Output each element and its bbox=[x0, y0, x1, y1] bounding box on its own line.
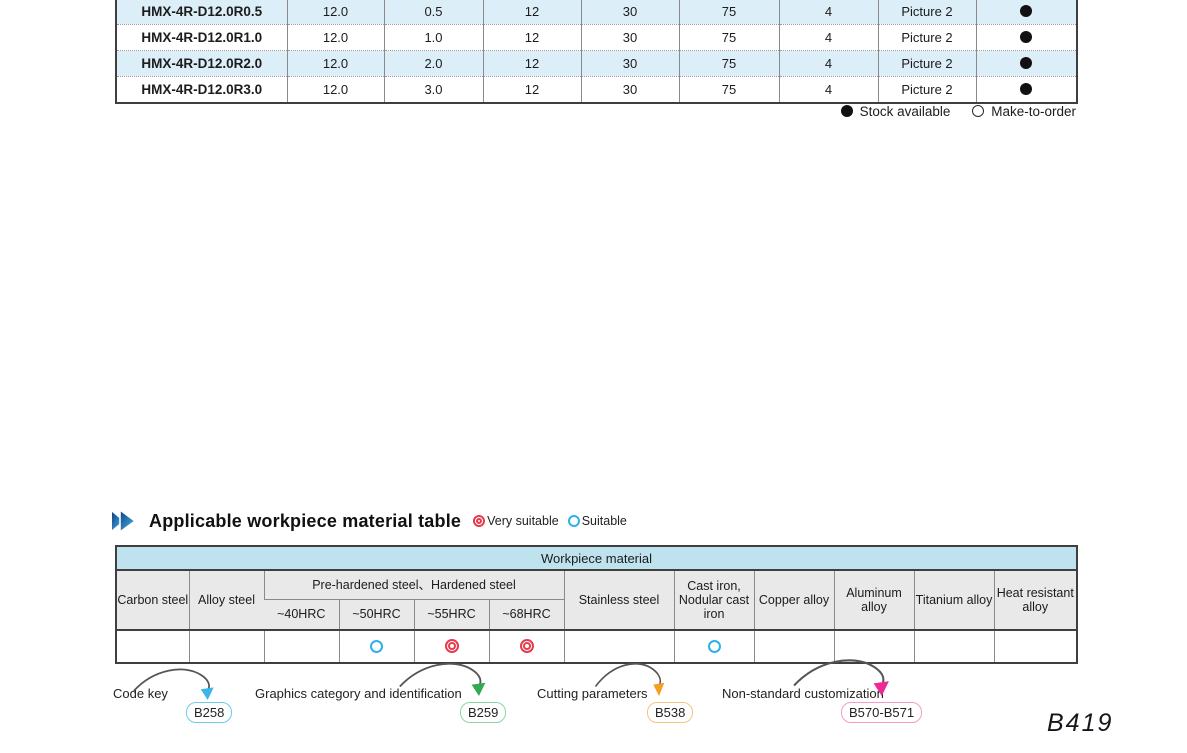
spec-cell: 30 bbox=[581, 0, 679, 25]
column-header-55hrc: ~55HRC bbox=[414, 600, 489, 631]
spec-cell: 75 bbox=[679, 25, 779, 51]
spec-cell: 4 bbox=[779, 51, 878, 77]
section-title: Applicable workpiece material table bbox=[149, 511, 461, 532]
spec-cell: 1.0 bbox=[384, 25, 483, 51]
table-row: HMX-4R-D12.0R3.0 12.0 3.0 12 30 75 4 Pic… bbox=[116, 77, 1077, 104]
picture-cell: Picture 2 bbox=[878, 77, 976, 104]
curved-arrow-icon bbox=[398, 658, 490, 696]
table-row: HMX-4R-D12.0R2.0 12.0 2.0 12 30 75 4 Pic… bbox=[116, 51, 1077, 77]
spec-cell: 30 bbox=[581, 77, 679, 104]
stock-available-dot bbox=[1020, 31, 1032, 43]
make-to-order-dot-icon bbox=[972, 105, 984, 117]
very-suitable-label: Very suitable bbox=[487, 514, 559, 528]
workpiece-material-header: Workpiece material bbox=[116, 546, 1077, 570]
stock-cell bbox=[976, 51, 1077, 77]
very-suitable-mark-icon bbox=[473, 515, 485, 527]
rating-cell bbox=[914, 630, 994, 663]
curved-arrow-icon bbox=[792, 654, 894, 696]
spec-cell: 3.0 bbox=[384, 77, 483, 104]
suitable-label: Suitable bbox=[582, 514, 627, 528]
column-header-copper-alloy: Copper alloy bbox=[754, 570, 834, 630]
spec-cell: 12.0 bbox=[287, 0, 384, 25]
spec-cell: 12 bbox=[483, 0, 581, 25]
stock-cell bbox=[976, 77, 1077, 104]
column-header-prehardened-hardened-steel: Pre-hardened steel、Hardened steel bbox=[264, 570, 564, 600]
picture-cell: Picture 2 bbox=[878, 0, 976, 25]
product-spec-table: HMX-4R-D12.0R0.5 12.0 0.5 12 30 75 4 Pic… bbox=[115, 0, 1078, 104]
page-ref-badge-b259: B259 bbox=[460, 702, 506, 723]
column-header-carbon-steel: Carbon steel bbox=[116, 570, 189, 630]
stock-cell bbox=[976, 0, 1077, 25]
spec-cell: 12 bbox=[483, 25, 581, 51]
stock-available-dot bbox=[1020, 57, 1032, 69]
picture-cell: Picture 2 bbox=[878, 25, 976, 51]
spec-cell: 12 bbox=[483, 51, 581, 77]
column-header-heat-resistant-alloy: Heat resistant alloy bbox=[994, 570, 1077, 630]
page-ref-badge-b258: B258 bbox=[186, 702, 232, 723]
column-header-titanium-alloy: Titanium alloy bbox=[914, 570, 994, 630]
model-cell: HMX-4R-D12.0R0.5 bbox=[116, 0, 287, 25]
material-section-heading: Applicable workpiece material table Very… bbox=[112, 508, 636, 534]
very-suitable-legend: Very suitable bbox=[473, 514, 559, 528]
table-row: HMX-4R-D12.0R0.5 12.0 0.5 12 30 75 4 Pic… bbox=[116, 0, 1077, 25]
model-cell: HMX-4R-D12.0R2.0 bbox=[116, 51, 287, 77]
spec-cell: 12.0 bbox=[287, 51, 384, 77]
table-row: HMX-4R-D12.0R1.0 12.0 1.0 12 30 75 4 Pic… bbox=[116, 25, 1077, 51]
column-header-alloy-steel: Alloy steel bbox=[189, 570, 264, 630]
rating-cell bbox=[189, 630, 264, 663]
make-to-order-label: Make-to-order bbox=[991, 104, 1076, 119]
rating-cell bbox=[674, 630, 754, 663]
spec-cell: 30 bbox=[581, 51, 679, 77]
stock-available-dot bbox=[1020, 5, 1032, 17]
double-chevron-icon bbox=[112, 510, 140, 532]
stock-legend: Stock available Make-to-order bbox=[841, 104, 1076, 119]
page-ref-badge-b570-b571: B570-B571 bbox=[841, 702, 922, 723]
stock-available-legend: Stock available bbox=[841, 104, 951, 119]
page-number: B419 bbox=[1047, 709, 1113, 738]
curved-arrow-icon bbox=[594, 658, 668, 696]
spec-cell: 75 bbox=[679, 0, 779, 25]
spec-cell: 75 bbox=[679, 77, 779, 104]
picture-cell: Picture 2 bbox=[878, 51, 976, 77]
spec-cell: 4 bbox=[779, 0, 878, 25]
rating-cell bbox=[994, 630, 1077, 663]
column-header-aluminum-alloy: Aluminum alloy bbox=[834, 570, 914, 630]
model-cell: HMX-4R-D12.0R3.0 bbox=[116, 77, 287, 104]
make-to-order-legend: Make-to-order bbox=[972, 104, 1076, 119]
very-suitable-mark bbox=[445, 639, 459, 653]
spec-cell: 0.5 bbox=[384, 0, 483, 25]
suitable-mark bbox=[708, 640, 721, 653]
column-header-40hrc: ~40HRC bbox=[264, 600, 339, 631]
suitable-legend: Suitable bbox=[568, 514, 627, 528]
stock-available-dot bbox=[1020, 83, 1032, 95]
very-suitable-mark bbox=[520, 639, 534, 653]
spec-cell: 75 bbox=[679, 51, 779, 77]
column-header-50hrc: ~50HRC bbox=[339, 600, 414, 631]
rating-cell bbox=[489, 630, 564, 663]
spec-cell: 4 bbox=[779, 25, 878, 51]
model-cell: HMX-4R-D12.0R1.0 bbox=[116, 25, 287, 51]
column-header-stainless-steel: Stainless steel bbox=[564, 570, 674, 630]
suitability-legend: Very suitable Suitable bbox=[473, 514, 636, 528]
rating-cell bbox=[116, 630, 189, 663]
page-ref-badge-b538: B538 bbox=[647, 702, 693, 723]
column-header-cast-iron: Cast iron, Nodular cast iron bbox=[674, 570, 754, 630]
spec-cell: 2.0 bbox=[384, 51, 483, 77]
rating-cell bbox=[264, 630, 339, 663]
suitable-mark-icon bbox=[568, 515, 580, 527]
column-header-68hrc: ~68HRC bbox=[489, 600, 564, 631]
stock-available-dot-icon bbox=[841, 105, 853, 117]
workpiece-material-table: Workpiece material Carbon steel Alloy st… bbox=[115, 545, 1078, 664]
suitable-mark bbox=[370, 640, 383, 653]
curved-arrow-icon bbox=[132, 664, 218, 700]
spec-cell: 12.0 bbox=[287, 25, 384, 51]
spec-cell: 12.0 bbox=[287, 77, 384, 104]
stock-available-label: Stock available bbox=[860, 104, 951, 119]
spec-cell: 12 bbox=[483, 77, 581, 104]
spec-cell: 4 bbox=[779, 77, 878, 104]
spec-cell: 30 bbox=[581, 25, 679, 51]
stock-cell bbox=[976, 25, 1077, 51]
